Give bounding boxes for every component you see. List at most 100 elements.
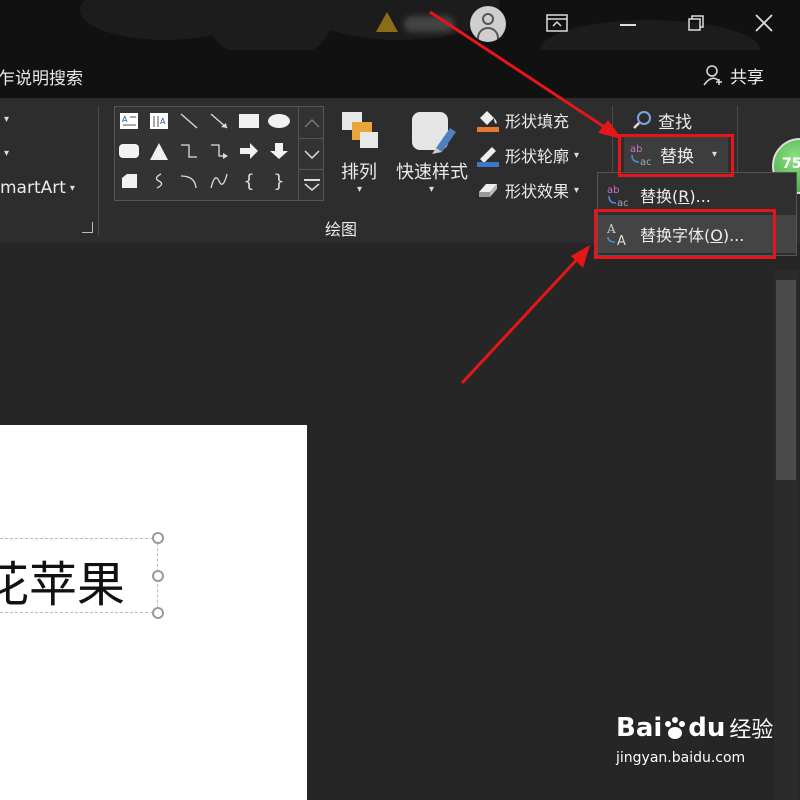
svg-text:A: A bbox=[122, 115, 128, 124]
account-name-blurred bbox=[404, 16, 454, 32]
replace-icon: ab ac bbox=[630, 144, 652, 167]
triangle-shape-icon[interactable] bbox=[147, 141, 171, 161]
quick-styles-button[interactable]: 快速样式 ▾ bbox=[392, 108, 472, 208]
baidu-watermark: Bai du 经验 jingyan.baidu.com bbox=[616, 712, 791, 782]
replace-button[interactable]: ab ac 替换 ▾ bbox=[624, 136, 728, 172]
menu-bar: 乍说明搜索 共享 bbox=[0, 50, 800, 98]
watermark-url: jingyan.baidu.com bbox=[616, 750, 746, 766]
flowchart-shape-icon[interactable] bbox=[117, 171, 141, 191]
text-box[interactable]: 花苹果 bbox=[0, 538, 158, 613]
rounded-rectangle-shape-icon[interactable] bbox=[117, 141, 141, 161]
down-arrow-shape-icon[interactable] bbox=[267, 141, 291, 161]
paint-bucket-icon bbox=[477, 111, 499, 132]
scrollbar-thumb[interactable] bbox=[776, 280, 796, 480]
watermark-brand: Bai bbox=[616, 713, 663, 743]
resize-handle[interactable] bbox=[152, 532, 164, 544]
vertical-textbox-shape-icon[interactable]: A bbox=[147, 111, 171, 131]
curve-shape-icon[interactable] bbox=[207, 171, 231, 191]
share-label: 共享 bbox=[730, 67, 764, 88]
gallery-more-button[interactable] bbox=[298, 169, 324, 201]
textbox-shape-icon[interactable]: A bbox=[117, 111, 141, 131]
chevron-down-icon: ▾ bbox=[712, 148, 718, 160]
warning-icon bbox=[376, 12, 398, 32]
svg-text:ab: ab bbox=[630, 144, 642, 155]
find-button[interactable]: 查找 bbox=[632, 108, 692, 133]
title-bar bbox=[0, 0, 800, 50]
menu-item-label: 替换(R)... bbox=[640, 187, 711, 206]
right-brace-shape-icon[interactable]: } bbox=[267, 171, 291, 192]
close-icon bbox=[755, 14, 773, 32]
shape-effects-label: 形状效果 bbox=[505, 182, 570, 201]
chevron-down-icon: ▾ bbox=[574, 184, 580, 196]
svg-text:A: A bbox=[160, 117, 166, 126]
ribbon-display-options-button[interactable] bbox=[546, 14, 568, 32]
shape-fill-button[interactable]: 形状填充 bbox=[476, 108, 569, 132]
search-icon bbox=[633, 111, 651, 129]
menu-item-replace[interactable]: ab ac 替换(R)... bbox=[598, 176, 796, 214]
arrange-icon bbox=[342, 112, 378, 148]
shape-outline-button[interactable]: 形状轮廓 ▾ bbox=[476, 143, 579, 167]
rectangle-shape-icon[interactable] bbox=[237, 111, 261, 131]
avatar[interactable] bbox=[470, 6, 506, 42]
left-brace-shape-icon[interactable]: { bbox=[237, 171, 261, 192]
shapes-gallery[interactable]: A A { } bbox=[114, 106, 324, 201]
paw-icon bbox=[665, 717, 686, 739]
dialog-launcher-icon[interactable] bbox=[82, 222, 93, 233]
tell-me-search[interactable]: 乍说明搜索 bbox=[0, 64, 83, 89]
shape-outline-label: 形状轮廓 bbox=[505, 147, 570, 166]
chevron-down-icon: ▾ bbox=[69, 182, 75, 194]
minimize-button[interactable] bbox=[620, 24, 636, 26]
svg-text:A: A bbox=[617, 234, 626, 247]
smartart-label: martArt bbox=[0, 178, 66, 198]
arrange-label: 排列 bbox=[341, 162, 377, 183]
watermark-product: 经验 bbox=[729, 718, 774, 743]
ribbon-display-icon bbox=[546, 14, 568, 32]
gallery-scroll-down-button[interactable] bbox=[298, 138, 324, 170]
chevron-down-icon: ▾ bbox=[574, 149, 580, 161]
shape-effects-button[interactable]: 形状效果 ▾ bbox=[476, 178, 579, 202]
freeform-shape-icon[interactable] bbox=[147, 171, 171, 191]
svg-text:ac: ac bbox=[617, 198, 629, 208]
resize-handle[interactable] bbox=[152, 570, 164, 582]
shape-effects-icon bbox=[479, 184, 497, 197]
badge-text: 75 bbox=[782, 156, 800, 172]
arrow-line-shape-icon[interactable] bbox=[207, 111, 231, 131]
chevron-down-icon: ▾ bbox=[357, 184, 363, 195]
svg-text:A: A bbox=[606, 222, 616, 236]
dropdown-caret[interactable]: ▾ bbox=[4, 114, 9, 125]
close-button[interactable] bbox=[755, 14, 773, 32]
chevron-up-icon bbox=[303, 118, 320, 128]
arc-shape-icon[interactable] bbox=[177, 171, 201, 191]
restore-icon bbox=[688, 15, 704, 31]
slide-text[interactable]: 花苹果 bbox=[0, 545, 125, 615]
person-add-icon bbox=[703, 65, 722, 86]
replace-label: 替换 bbox=[660, 146, 694, 167]
smartart-button[interactable]: martArt ▾ bbox=[0, 178, 75, 198]
chevron-down-icon bbox=[303, 149, 320, 159]
line-shape-icon[interactable] bbox=[177, 111, 201, 131]
watermark-brand2: du bbox=[688, 713, 726, 743]
chevron-down-icon bbox=[304, 183, 319, 191]
arrange-button[interactable]: 排列 ▾ bbox=[334, 108, 386, 208]
replace-fonts-icon: AA bbox=[606, 222, 626, 247]
gallery-scroll-up-button[interactable] bbox=[298, 107, 324, 138]
elbow-connector-icon[interactable] bbox=[177, 141, 201, 161]
right-arrow-shape-icon[interactable] bbox=[237, 141, 261, 161]
restore-button[interactable] bbox=[688, 15, 704, 31]
menu-item-replace-fonts[interactable]: AA 替换字体(O)... bbox=[598, 215, 796, 253]
quick-styles-icon bbox=[412, 112, 456, 154]
share-button[interactable]: 共享 bbox=[702, 62, 764, 88]
find-label: 查找 bbox=[658, 112, 692, 133]
chevron-down-icon: ▾ bbox=[429, 184, 435, 195]
svg-text:ab: ab bbox=[607, 185, 619, 196]
resize-handle[interactable] bbox=[152, 607, 164, 619]
replace-dropdown-menu: ab ac 替换(R)... AA 替换字体(O)... bbox=[597, 172, 797, 256]
dropdown-caret[interactable]: ▾ bbox=[4, 148, 9, 159]
slide-canvas[interactable]: 花苹果 bbox=[0, 425, 307, 800]
elbow-arrow-connector-icon[interactable] bbox=[207, 141, 231, 161]
oval-shape-icon[interactable] bbox=[267, 111, 291, 131]
replace-icon: ab ac bbox=[607, 185, 629, 208]
quick-styles-label: 快速样式 bbox=[396, 162, 468, 183]
shape-fill-label: 形状填充 bbox=[505, 112, 570, 131]
pen-outline-icon bbox=[477, 147, 499, 167]
